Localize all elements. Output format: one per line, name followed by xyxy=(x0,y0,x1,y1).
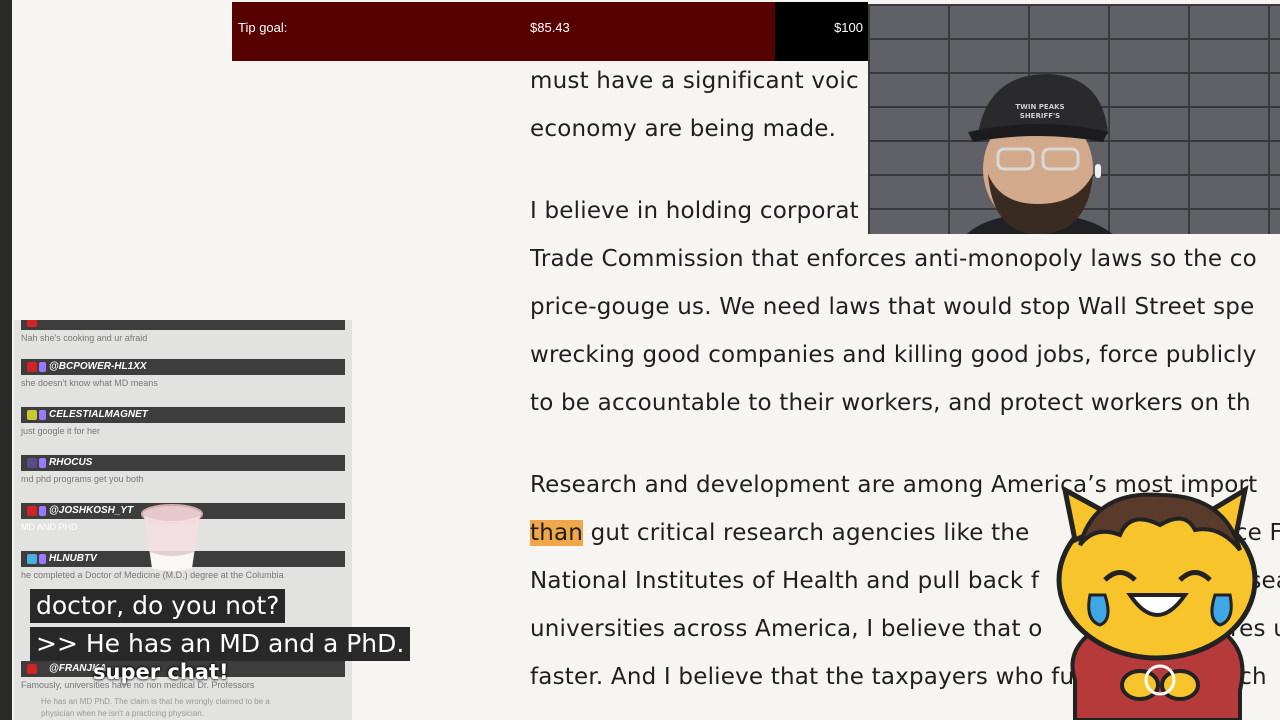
sub-badge-icon xyxy=(27,554,37,564)
article-line: faster. And I believe that the taxpayers… xyxy=(530,664,1267,690)
article-line: National Institutes of Health and pull b… xyxy=(530,568,1280,594)
chat-text: just google it for her xyxy=(21,426,101,436)
sub-badge-icon xyxy=(27,458,37,468)
chat-username: CELESTIALMAGNET xyxy=(21,407,345,423)
chat-text: she doesn't know what MD means xyxy=(21,378,158,388)
webcam-feed: TWIN PEAKS SHERIFF'S xyxy=(868,4,1280,234)
twitch-icon xyxy=(39,554,46,564)
article-line: economy are being made. xyxy=(530,116,837,142)
tip-goal-label: Tip goal: xyxy=(238,20,288,35)
sub-badge-icon xyxy=(27,410,37,420)
twitch-icon xyxy=(39,458,46,468)
article-line-text: gut critical research agencies like the xyxy=(590,520,1030,546)
streamer-figure: TWIN PEAKS SHERIFF'S xyxy=(966,74,1113,234)
chat-message: RHOCUS md phd programs get you both xyxy=(21,455,345,484)
chat-text: md phd programs get you both xyxy=(21,474,144,484)
chat-username xyxy=(21,320,345,330)
twitch-icon xyxy=(39,410,46,420)
article-line: price-gouge us. We need laws that would … xyxy=(530,294,1255,320)
article-line-text: National Institutes of Health and pull b… xyxy=(530,568,1040,594)
chat-username: @BCPOWER-HL1XX xyxy=(21,359,345,375)
chat-username: RHOCUS xyxy=(21,455,345,471)
chat-message: CELESTIALMAGNET just google it for her xyxy=(21,407,345,436)
svg-text:SHERIFF'S: SHERIFF'S xyxy=(1020,112,1060,120)
caption-line-1: doctor, do you not? xyxy=(30,589,286,623)
chat-message: Nah she's cooking and ur afraid xyxy=(21,320,345,343)
article-line-text: universities across America, I believe t… xyxy=(530,616,1043,642)
youtube-icon xyxy=(27,506,37,516)
highlighted-word: than xyxy=(530,520,584,546)
chat-message: @BCPOWER-HL1XX she doesn't know what MD … xyxy=(21,359,345,388)
svg-text:TWIN PEAKS: TWIN PEAKS xyxy=(1015,103,1064,111)
article-line-text: faster. And I believe that the taxpayers… xyxy=(530,664,1075,690)
super-chat-alert: super chat! xyxy=(93,660,229,684)
article-line: wrecking good companies and killing good… xyxy=(530,342,1257,368)
member-badge-icon xyxy=(39,362,46,372)
youtube-icon xyxy=(27,664,37,674)
article-line: Trade Commission that enforces anti-mono… xyxy=(530,246,1257,272)
youtube-icon xyxy=(27,362,37,372)
left-edge xyxy=(0,0,12,720)
article-line: must have a significant voic xyxy=(530,68,859,94)
member-badge-icon xyxy=(39,506,46,516)
article-line: universities across America, I believe t… xyxy=(530,616,1280,642)
chat-footer-text: He has an MD PhD. The claim is that he w… xyxy=(41,697,270,718)
article-line: to be accountable to their workers, and … xyxy=(530,390,1251,416)
caption-line-2: >> He has an MD and a PhD. xyxy=(30,627,411,661)
article-line: I believe in holding corporat xyxy=(530,198,859,224)
article-line: than gut critical research agencies like… xyxy=(530,520,1280,546)
mascot-sticker xyxy=(1056,484,1258,720)
left-blank-area xyxy=(12,0,232,62)
chat-text: Nah she's cooking and ur afraid xyxy=(21,333,148,343)
cup-icon xyxy=(141,504,203,571)
